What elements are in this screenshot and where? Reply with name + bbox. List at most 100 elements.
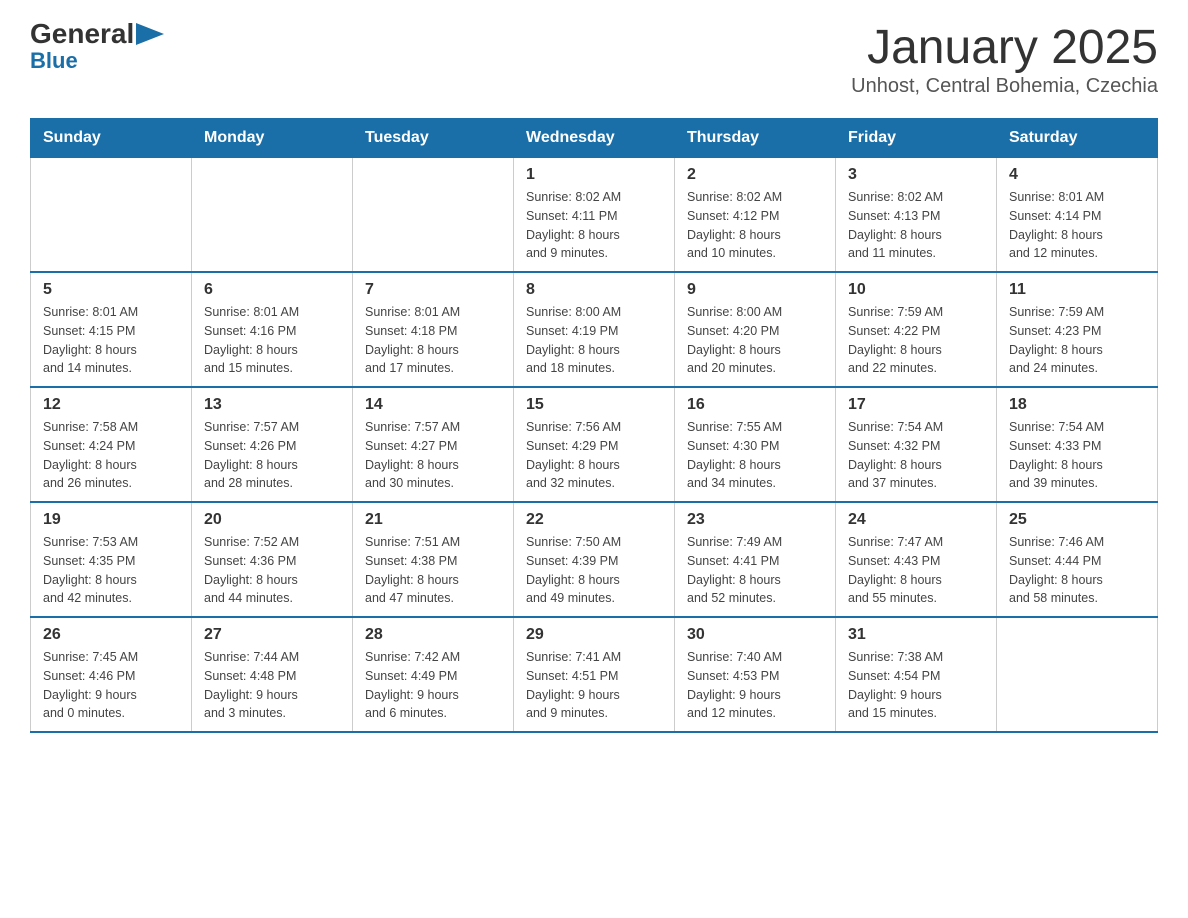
week-row-2: 5 Sunrise: 8:01 AM Sunset: 4:15 PM Daylig…: [31, 272, 1158, 387]
week-row-5: 26 Sunrise: 7:45 AM Sunset: 4:46 PM Dayli…: [31, 617, 1158, 732]
day-info: Sunrise: 8:02 AM Sunset: 4:13 PM Dayligh…: [848, 188, 984, 263]
logo-arrow-icon: [136, 23, 164, 45]
day-info: Sunrise: 8:01 AM Sunset: 4:18 PM Dayligh…: [365, 303, 501, 378]
day-cell: [997, 617, 1158, 732]
day-cell: [31, 158, 192, 273]
day-number: 3: [848, 166, 984, 184]
day-cell: 10Sunrise: 7:59 AM Sunset: 4:22 PM Dayli…: [836, 272, 997, 387]
day-cell: 7Sunrise: 8:01 AM Sunset: 4:18 PM Daylig…: [353, 272, 514, 387]
week-row-1: 1Sunrise: 8:02 AM Sunset: 4:11 PM Daylig…: [31, 158, 1158, 273]
day-number: 23: [687, 511, 823, 529]
day-info: Sunrise: 7:58 AM Sunset: 4:24 PM Dayligh…: [43, 418, 179, 493]
header-row: SundayMondayTuesdayWednesdayThursdayFrid…: [31, 119, 1158, 158]
calendar-title: January 2025: [851, 20, 1158, 75]
day-number: 30: [687, 626, 823, 644]
day-cell: 15 Sunrise: 7:56 AM Sunset: 4:29 PM Dayli…: [514, 387, 675, 502]
day-info: Sunrise: 8:01 AM Sunset: 4:14 PM Dayligh…: [1009, 188, 1145, 263]
header-cell-friday: Friday: [836, 119, 997, 158]
week-row-3: 12Sunrise: 7:58 AM Sunset: 4:24 PM Dayli…: [31, 387, 1158, 502]
header-cell-thursday: Thursday: [675, 119, 836, 158]
day-cell: 22Sunrise: 7:50 AM Sunset: 4:39 PM Dayli…: [514, 502, 675, 617]
day-info: Sunrise: 8:02 AM Sunset: 4:12 PM Dayligh…: [687, 188, 823, 263]
day-cell: 27 Sunrise: 7:44 AM Sunset: 4:48 PM Dayli…: [192, 617, 353, 732]
day-info: Sunrise: 8:00 AM Sunset: 4:19 PM Dayligh…: [526, 303, 662, 378]
calendar-header: SundayMondayTuesdayWednesdayThursdayFrid…: [31, 119, 1158, 158]
day-number: 27: [204, 626, 340, 644]
calendar-body: 1Sunrise: 8:02 AM Sunset: 4:11 PM Daylig…: [31, 158, 1158, 733]
header-cell-tuesday: Tuesday: [353, 119, 514, 158]
day-info: Sunrise: 7:57 AM Sunset: 4:26 PM Dayligh…: [204, 418, 340, 493]
day-number: 26: [43, 626, 179, 644]
page-header: General Blue January 2025 Unhost, Centra…: [30, 20, 1158, 98]
day-number: 14: [365, 396, 501, 414]
day-number: 21: [365, 511, 501, 529]
day-number: 6: [204, 281, 340, 299]
calendar-subtitle: Unhost, Central Bohemia, Czechia: [851, 75, 1158, 98]
day-number: 15: [526, 396, 662, 414]
header-cell-wednesday: Wednesday: [514, 119, 675, 158]
day-number: 31: [848, 626, 984, 644]
day-cell: 11Sunrise: 7:59 AM Sunset: 4:23 PM Dayli…: [997, 272, 1158, 387]
logo: General Blue: [30, 20, 164, 74]
header-cell-saturday: Saturday: [997, 119, 1158, 158]
day-number: 2: [687, 166, 823, 184]
day-number: 10: [848, 281, 984, 299]
day-cell: 29 Sunrise: 7:41 AM Sunset: 4:51 PM Dayli…: [514, 617, 675, 732]
day-cell: 4 Sunrise: 8:01 AM Sunset: 4:14 PM Daylig…: [997, 158, 1158, 273]
day-cell: 14 Sunrise: 7:57 AM Sunset: 4:27 PM Dayli…: [353, 387, 514, 502]
day-cell: [192, 158, 353, 273]
week-row-4: 19Sunrise: 7:53 AM Sunset: 4:35 PM Dayli…: [31, 502, 1158, 617]
day-info: Sunrise: 7:54 AM Sunset: 4:32 PM Dayligh…: [848, 418, 984, 493]
day-number: 19: [43, 511, 179, 529]
day-cell: 25Sunrise: 7:46 AM Sunset: 4:44 PM Dayli…: [997, 502, 1158, 617]
day-number: 8: [526, 281, 662, 299]
day-cell: 20Sunrise: 7:52 AM Sunset: 4:36 PM Dayli…: [192, 502, 353, 617]
day-info: Sunrise: 8:00 AM Sunset: 4:20 PM Dayligh…: [687, 303, 823, 378]
day-cell: 21 Sunrise: 7:51 AM Sunset: 4:38 PM Dayli…: [353, 502, 514, 617]
day-info: Sunrise: 8:01 AM Sunset: 4:15 PM Dayligh…: [43, 303, 179, 378]
day-number: 29: [526, 626, 662, 644]
day-info: Sunrise: 7:41 AM Sunset: 4:51 PM Dayligh…: [526, 648, 662, 723]
day-cell: 16Sunrise: 7:55 AM Sunset: 4:30 PM Dayli…: [675, 387, 836, 502]
day-number: 20: [204, 511, 340, 529]
day-number: 11: [1009, 281, 1145, 299]
day-cell: 19Sunrise: 7:53 AM Sunset: 4:35 PM Dayli…: [31, 502, 192, 617]
day-number: 22: [526, 511, 662, 529]
day-info: Sunrise: 7:51 AM Sunset: 4:38 PM Dayligh…: [365, 533, 501, 608]
day-number: 25: [1009, 511, 1145, 529]
day-cell: 8 Sunrise: 8:00 AM Sunset: 4:19 PM Daylig…: [514, 272, 675, 387]
day-info: Sunrise: 7:54 AM Sunset: 4:33 PM Dayligh…: [1009, 418, 1145, 493]
day-number: 5: [43, 281, 179, 299]
day-info: Sunrise: 7:38 AM Sunset: 4:54 PM Dayligh…: [848, 648, 984, 723]
day-number: 4: [1009, 166, 1145, 184]
day-number: 13: [204, 396, 340, 414]
header-cell-sunday: Sunday: [31, 119, 192, 158]
day-cell: 6 Sunrise: 8:01 AM Sunset: 4:16 PM Daylig…: [192, 272, 353, 387]
day-cell: 18Sunrise: 7:54 AM Sunset: 4:33 PM Dayli…: [997, 387, 1158, 502]
day-cell: 30 Sunrise: 7:40 AM Sunset: 4:53 PM Dayli…: [675, 617, 836, 732]
day-cell: [353, 158, 514, 273]
day-info: Sunrise: 7:44 AM Sunset: 4:48 PM Dayligh…: [204, 648, 340, 723]
header-cell-monday: Monday: [192, 119, 353, 158]
day-cell: 5 Sunrise: 8:01 AM Sunset: 4:15 PM Daylig…: [31, 272, 192, 387]
day-info: Sunrise: 7:57 AM Sunset: 4:27 PM Dayligh…: [365, 418, 501, 493]
day-info: Sunrise: 8:01 AM Sunset: 4:16 PM Dayligh…: [204, 303, 340, 378]
day-info: Sunrise: 7:56 AM Sunset: 4:29 PM Dayligh…: [526, 418, 662, 493]
day-info: Sunrise: 7:40 AM Sunset: 4:53 PM Dayligh…: [687, 648, 823, 723]
day-number: 9: [687, 281, 823, 299]
calendar-table: SundayMondayTuesdayWednesdayThursdayFrid…: [30, 118, 1158, 733]
day-cell: 1Sunrise: 8:02 AM Sunset: 4:11 PM Daylig…: [514, 158, 675, 273]
day-number: 28: [365, 626, 501, 644]
day-cell: 9 Sunrise: 8:00 AM Sunset: 4:20 PM Daylig…: [675, 272, 836, 387]
logo-blue-text: Blue: [30, 48, 78, 74]
day-cell: 17Sunrise: 7:54 AM Sunset: 4:32 PM Dayli…: [836, 387, 997, 502]
day-info: Sunrise: 7:47 AM Sunset: 4:43 PM Dayligh…: [848, 533, 984, 608]
logo-general-text: General: [30, 20, 134, 48]
day-info: Sunrise: 7:49 AM Sunset: 4:41 PM Dayligh…: [687, 533, 823, 608]
day-info: Sunrise: 7:55 AM Sunset: 4:30 PM Dayligh…: [687, 418, 823, 493]
day-cell: 2 Sunrise: 8:02 AM Sunset: 4:12 PM Daylig…: [675, 158, 836, 273]
day-cell: 24Sunrise: 7:47 AM Sunset: 4:43 PM Dayli…: [836, 502, 997, 617]
day-cell: 28Sunrise: 7:42 AM Sunset: 4:49 PM Dayli…: [353, 617, 514, 732]
day-cell: 31 Sunrise: 7:38 AM Sunset: 4:54 PM Dayli…: [836, 617, 997, 732]
day-info: Sunrise: 7:45 AM Sunset: 4:46 PM Dayligh…: [43, 648, 179, 723]
